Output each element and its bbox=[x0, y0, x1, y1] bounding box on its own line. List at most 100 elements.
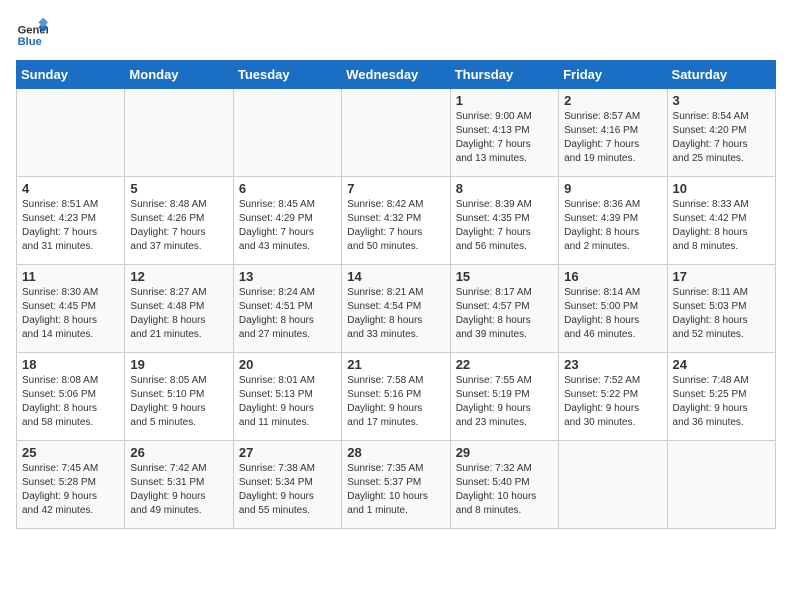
week-row-3: 11Sunrise: 8:30 AM Sunset: 4:45 PM Dayli… bbox=[17, 265, 776, 353]
calendar-cell: 13 Sunrise: 8:24 AM Sunset: 4:51 PM Dayli… bbox=[233, 265, 341, 353]
day-info: Sunrise: 8:05 AM Sunset: 5:10 PM Dayligh… bbox=[130, 374, 227, 430]
day-number: 21 bbox=[347, 357, 444, 372]
calendar-cell: 16 Sunrise: 8:14 AM Sunset: 5:00 PM Dayli… bbox=[559, 265, 667, 353]
calendar-cell: 17 Sunrise: 8:11 AM Sunset: 5:03 PM Dayli… bbox=[667, 265, 775, 353]
day-info: Sunrise: 8:36 AM Sunset: 4:39 PM Dayligh… bbox=[564, 198, 661, 254]
day-number: 15 bbox=[456, 269, 553, 284]
logo: General Blue bbox=[16, 16, 48, 48]
day-info: Sunrise: 7:48 AM Sunset: 5:25 PM Dayligh… bbox=[673, 374, 770, 430]
calendar-cell: 23 Sunrise: 7:52 AM Sunset: 5:22 PM Dayli… bbox=[559, 353, 667, 441]
calendar-cell bbox=[233, 89, 341, 177]
day-number: 2 bbox=[564, 93, 661, 108]
day-number: 14 bbox=[347, 269, 444, 284]
day-info: Sunrise: 8:45 AM Sunset: 4:29 PM Dayligh… bbox=[239, 198, 336, 254]
day-info: Sunrise: 8:24 AM Sunset: 4:51 PM Dayligh… bbox=[239, 286, 336, 342]
day-header-monday: Monday bbox=[125, 61, 233, 89]
calendar-cell bbox=[342, 89, 450, 177]
day-info: Sunrise: 8:08 AM Sunset: 5:06 PM Dayligh… bbox=[22, 374, 119, 430]
day-info: Sunrise: 7:52 AM Sunset: 5:22 PM Dayligh… bbox=[564, 374, 661, 430]
calendar-cell: 4 Sunrise: 8:51 AM Sunset: 4:23 PM Daylig… bbox=[17, 177, 125, 265]
calendar-cell bbox=[125, 89, 233, 177]
day-number: 24 bbox=[673, 357, 770, 372]
day-info: Sunrise: 7:32 AM Sunset: 5:40 PM Dayligh… bbox=[456, 462, 553, 518]
calendar-cell: 28 Sunrise: 7:35 AM Sunset: 5:37 PM Dayli… bbox=[342, 441, 450, 529]
day-number: 12 bbox=[130, 269, 227, 284]
calendar-cell: 22Sunrise: 7:55 AM Sunset: 5:19 PM Dayli… bbox=[450, 353, 558, 441]
calendar-header-row: SundayMondayTuesdayWednesdayThursdayFrid… bbox=[17, 61, 776, 89]
calendar-cell: 14 Sunrise: 8:21 AM Sunset: 4:54 PM Dayli… bbox=[342, 265, 450, 353]
day-info: Sunrise: 8:54 AM Sunset: 4:20 PM Dayligh… bbox=[673, 110, 770, 166]
week-row-5: 25Sunrise: 7:45 AM Sunset: 5:28 PM Dayli… bbox=[17, 441, 776, 529]
day-header-wednesday: Wednesday bbox=[342, 61, 450, 89]
calendar-cell: 10Sunrise: 8:33 AM Sunset: 4:42 PM Dayli… bbox=[667, 177, 775, 265]
day-number: 17 bbox=[673, 269, 770, 284]
calendar-cell: 25Sunrise: 7:45 AM Sunset: 5:28 PM Dayli… bbox=[17, 441, 125, 529]
day-info: Sunrise: 7:45 AM Sunset: 5:28 PM Dayligh… bbox=[22, 462, 119, 518]
day-number: 8 bbox=[456, 181, 553, 196]
calendar-cell: 29 Sunrise: 7:32 AM Sunset: 5:40 PM Dayli… bbox=[450, 441, 558, 529]
calendar-cell bbox=[559, 441, 667, 529]
day-number: 11 bbox=[22, 269, 119, 284]
day-info: Sunrise: 8:14 AM Sunset: 5:00 PM Dayligh… bbox=[564, 286, 661, 342]
day-number: 26 bbox=[130, 445, 227, 460]
day-number: 19 bbox=[130, 357, 227, 372]
day-header-saturday: Saturday bbox=[667, 61, 775, 89]
day-info: Sunrise: 8:01 AM Sunset: 5:13 PM Dayligh… bbox=[239, 374, 336, 430]
calendar-cell: 7Sunrise: 8:42 AM Sunset: 4:32 PM Daylig… bbox=[342, 177, 450, 265]
calendar-cell: 5 Sunrise: 8:48 AM Sunset: 4:26 PM Daylig… bbox=[125, 177, 233, 265]
day-info: Sunrise: 8:21 AM Sunset: 4:54 PM Dayligh… bbox=[347, 286, 444, 342]
day-info: Sunrise: 8:42 AM Sunset: 4:32 PM Dayligh… bbox=[347, 198, 444, 254]
calendar-cell: 19 Sunrise: 8:05 AM Sunset: 5:10 PM Dayli… bbox=[125, 353, 233, 441]
day-info: Sunrise: 9:00 AM Sunset: 4:13 PM Dayligh… bbox=[456, 110, 553, 166]
calendar-cell: 26 Sunrise: 7:42 AM Sunset: 5:31 PM Dayli… bbox=[125, 441, 233, 529]
calendar-cell: 12 Sunrise: 8:27 AM Sunset: 4:48 PM Dayli… bbox=[125, 265, 233, 353]
day-number: 13 bbox=[239, 269, 336, 284]
day-header-tuesday: Tuesday bbox=[233, 61, 341, 89]
day-info: Sunrise: 8:17 AM Sunset: 4:57 PM Dayligh… bbox=[456, 286, 553, 342]
day-info: Sunrise: 8:48 AM Sunset: 4:26 PM Dayligh… bbox=[130, 198, 227, 254]
calendar-cell: 8 Sunrise: 8:39 AM Sunset: 4:35 PM Daylig… bbox=[450, 177, 558, 265]
day-info: Sunrise: 7:58 AM Sunset: 5:16 PM Dayligh… bbox=[347, 374, 444, 430]
day-number: 9 bbox=[564, 181, 661, 196]
calendar-cell: 11Sunrise: 8:30 AM Sunset: 4:45 PM Dayli… bbox=[17, 265, 125, 353]
logo-icon: General Blue bbox=[16, 16, 48, 48]
day-info: Sunrise: 7:38 AM Sunset: 5:34 PM Dayligh… bbox=[239, 462, 336, 518]
day-info: Sunrise: 8:11 AM Sunset: 5:03 PM Dayligh… bbox=[673, 286, 770, 342]
day-number: 23 bbox=[564, 357, 661, 372]
day-info: Sunrise: 7:42 AM Sunset: 5:31 PM Dayligh… bbox=[130, 462, 227, 518]
calendar-cell: 18 Sunrise: 8:08 AM Sunset: 5:06 PM Dayli… bbox=[17, 353, 125, 441]
calendar-table: SundayMondayTuesdayWednesdayThursdayFrid… bbox=[16, 60, 776, 529]
week-row-2: 4 Sunrise: 8:51 AM Sunset: 4:23 PM Daylig… bbox=[17, 177, 776, 265]
day-info: Sunrise: 8:27 AM Sunset: 4:48 PM Dayligh… bbox=[130, 286, 227, 342]
day-number: 27 bbox=[239, 445, 336, 460]
day-number: 20 bbox=[239, 357, 336, 372]
day-info: Sunrise: 8:57 AM Sunset: 4:16 PM Dayligh… bbox=[564, 110, 661, 166]
svg-text:Blue: Blue bbox=[18, 36, 42, 48]
day-number: 4 bbox=[22, 181, 119, 196]
calendar-body: 1 Sunrise: 9:00 AM Sunset: 4:13 PM Daylig… bbox=[17, 89, 776, 529]
calendar-cell: 1 Sunrise: 9:00 AM Sunset: 4:13 PM Daylig… bbox=[450, 89, 558, 177]
day-number: 1 bbox=[456, 93, 553, 108]
day-number: 29 bbox=[456, 445, 553, 460]
calendar-cell: 27 Sunrise: 7:38 AM Sunset: 5:34 PM Dayli… bbox=[233, 441, 341, 529]
day-header-sunday: Sunday bbox=[17, 61, 125, 89]
week-row-1: 1 Sunrise: 9:00 AM Sunset: 4:13 PM Daylig… bbox=[17, 89, 776, 177]
calendar-cell: 24 Sunrise: 7:48 AM Sunset: 5:25 PM Dayli… bbox=[667, 353, 775, 441]
day-number: 5 bbox=[130, 181, 227, 196]
day-number: 28 bbox=[347, 445, 444, 460]
calendar-cell bbox=[667, 441, 775, 529]
calendar-cell: 2 Sunrise: 8:57 AM Sunset: 4:16 PM Daylig… bbox=[559, 89, 667, 177]
calendar-cell: 15 Sunrise: 8:17 AM Sunset: 4:57 PM Dayli… bbox=[450, 265, 558, 353]
day-info: Sunrise: 7:35 AM Sunset: 5:37 PM Dayligh… bbox=[347, 462, 444, 518]
calendar-cell: 21 Sunrise: 7:58 AM Sunset: 5:16 PM Dayli… bbox=[342, 353, 450, 441]
day-number: 18 bbox=[22, 357, 119, 372]
day-number: 22 bbox=[456, 357, 553, 372]
day-number: 16 bbox=[564, 269, 661, 284]
day-info: Sunrise: 8:51 AM Sunset: 4:23 PM Dayligh… bbox=[22, 198, 119, 254]
calendar-cell bbox=[17, 89, 125, 177]
calendar-cell: 9 Sunrise: 8:36 AM Sunset: 4:39 PM Daylig… bbox=[559, 177, 667, 265]
day-header-thursday: Thursday bbox=[450, 61, 558, 89]
calendar-cell: 3Sunrise: 8:54 AM Sunset: 4:20 PM Daylig… bbox=[667, 89, 775, 177]
day-info: Sunrise: 8:39 AM Sunset: 4:35 PM Dayligh… bbox=[456, 198, 553, 254]
day-header-friday: Friday bbox=[559, 61, 667, 89]
